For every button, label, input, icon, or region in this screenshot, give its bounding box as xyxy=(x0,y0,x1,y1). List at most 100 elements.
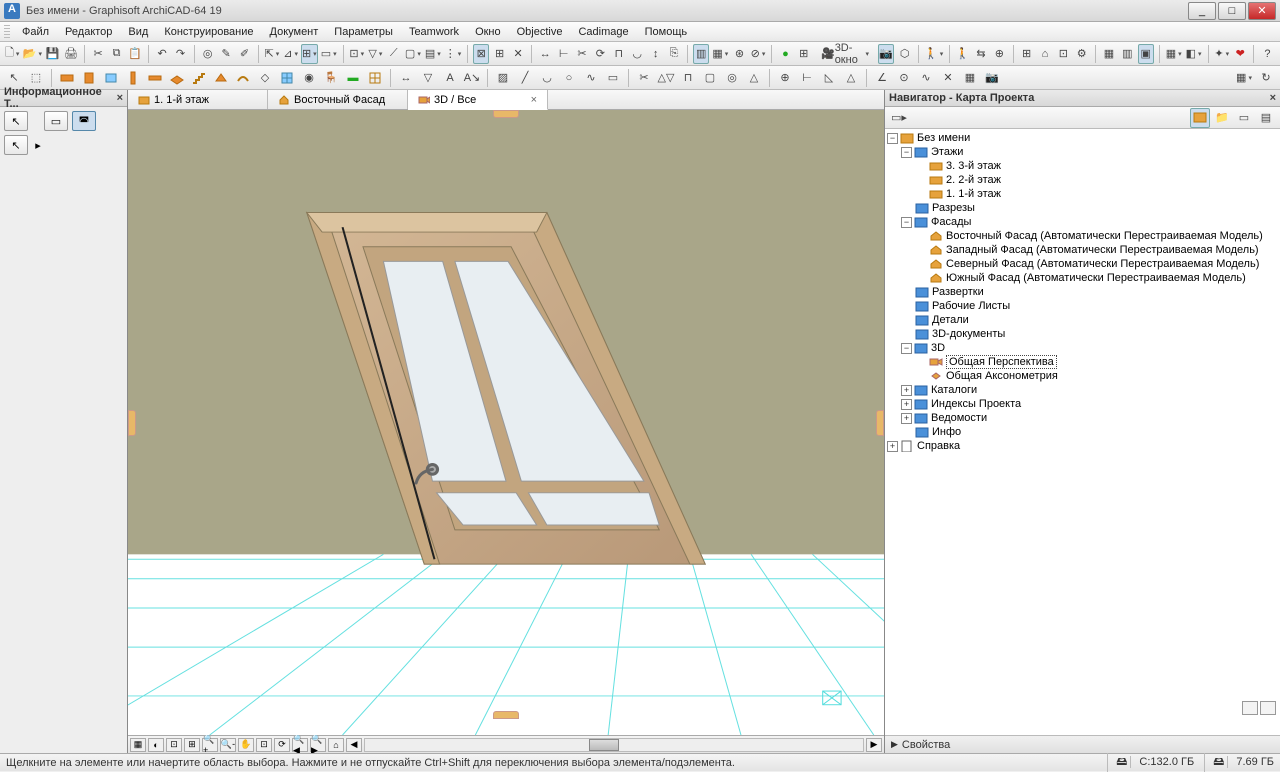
worksheet-tool[interactable]: ▢ xyxy=(700,68,720,88)
fit-button[interactable]: ⊡ xyxy=(256,738,272,752)
tree-lists[interactable]: +Ведомости xyxy=(885,411,1280,425)
adjust-button[interactable]: ⟳ xyxy=(592,44,608,64)
stair-tool[interactable] xyxy=(189,68,209,88)
zone-tool[interactable]: ▬ xyxy=(343,68,363,88)
split-button[interactable]: ✂ xyxy=(574,44,590,64)
orbit-button[interactable]: ⟳ xyxy=(274,738,290,752)
label-tool[interactable]: A↘ xyxy=(462,68,482,88)
roof-tool[interactable] xyxy=(211,68,231,88)
element-info-button[interactable]: ✦ xyxy=(1213,44,1230,64)
tree-3d[interactable]: −3D xyxy=(885,341,1280,355)
home-view[interactable]: ⌂ xyxy=(328,738,344,752)
morph-tool[interactable]: ◉ xyxy=(299,68,319,88)
arrow-tool[interactable]: ↖ xyxy=(4,68,24,88)
viewport-grip-bottom[interactable] xyxy=(493,711,519,719)
viewport-grip-left[interactable] xyxy=(128,410,136,436)
window-tool[interactable] xyxy=(101,68,121,88)
pick-button[interactable]: ◎ xyxy=(200,44,216,64)
tree-3d-docs[interactable]: 3D-документы xyxy=(885,327,1280,341)
layout-2[interactable]: ▥ xyxy=(1119,44,1135,64)
print-button[interactable]: 🖨 xyxy=(63,44,79,64)
elevation-tool[interactable]: △▽ xyxy=(656,68,676,88)
wall-end-tool[interactable]: ⊢ xyxy=(797,68,817,88)
dimension-tool[interactable]: ↔ xyxy=(396,68,416,88)
section-tool[interactable]: ✂ xyxy=(634,68,654,88)
fill-tool[interactable]: ▨ xyxy=(493,68,513,88)
h-scrollbar[interactable] xyxy=(364,738,864,752)
tree-floor-2[interactable]: 2. 2-й этаж xyxy=(885,173,1280,187)
arc-tool[interactable]: ◡ xyxy=(537,68,557,88)
arrow-mode-arrow[interactable]: ▸ xyxy=(32,135,44,155)
intersect-button[interactable]: ⊓ xyxy=(611,44,627,64)
menu-file[interactable]: Файл xyxy=(14,24,57,40)
3d-viewport[interactable] xyxy=(128,110,884,735)
last-tool-button[interactable]: ↻ xyxy=(1256,68,1276,88)
redo-button[interactable]: ↷ xyxy=(172,44,188,64)
figure-tool[interactable]: ▦ xyxy=(960,68,980,88)
zoom-out[interactable]: 🔍- xyxy=(220,738,236,752)
shell-tool[interactable] xyxy=(233,68,253,88)
tab-elevation[interactable]: Восточный Фасад xyxy=(268,90,408,109)
change-tool[interactable]: △ xyxy=(744,68,764,88)
corner-window-tool[interactable]: ◺ xyxy=(819,68,839,88)
mesh-tool[interactable] xyxy=(365,68,385,88)
nav-popup-button[interactable]: ▭▸ xyxy=(889,108,909,128)
tab-close-icon[interactable]: × xyxy=(531,94,537,106)
viewport-grip-top[interactable] xyxy=(493,110,519,118)
render-button[interactable]: ▦ xyxy=(1165,44,1183,64)
tab-floor-1[interactable]: 1. 1-й этаж xyxy=(128,90,268,109)
arrow-mode-4[interactable]: ↖ xyxy=(4,135,28,155)
text-tool[interactable]: A xyxy=(440,68,460,88)
cut-button[interactable]: ✂ xyxy=(90,44,106,64)
explore-2[interactable]: ⇆ xyxy=(973,44,989,64)
scroll-right[interactable]: ▶ xyxy=(866,738,882,752)
quick-opt-1[interactable]: ▦ xyxy=(130,738,146,752)
partial-display-button[interactable]: ⊘ xyxy=(750,44,767,64)
tree-elev-n[interactable]: Северный Фасад (Автоматически Перестраив… xyxy=(885,257,1280,271)
tab-3d[interactable]: 3D / Все × xyxy=(408,90,548,110)
slab-tool[interactable] xyxy=(167,68,187,88)
resize-button[interactable]: ↕ xyxy=(647,44,663,64)
detail-tool[interactable]: ◎ xyxy=(722,68,742,88)
level-dim-tool[interactable]: ▽ xyxy=(418,68,438,88)
fillet-button[interactable]: ◡ xyxy=(629,44,645,64)
tree-indexes[interactable]: +Индексы Проекта xyxy=(885,397,1280,411)
navigator-tree[interactable]: −Без имени −Этажи 3. 3-й этаж 2. 2-й эта… xyxy=(885,129,1280,735)
door-tool[interactable] xyxy=(79,68,99,88)
interior-elev-tool[interactable]: ⊓ xyxy=(678,68,698,88)
snap-guide-3[interactable]: ⊞ xyxy=(301,44,318,64)
tree-root[interactable]: −Без имени xyxy=(885,131,1280,145)
explore-1[interactable]: 🚶 xyxy=(954,44,970,64)
zoom-in[interactable]: 🔍+ xyxy=(202,738,218,752)
layout-3[interactable]: ▣ xyxy=(1138,44,1154,64)
menu-cadimage[interactable]: Cadimage xyxy=(570,24,636,40)
spline-tool[interactable]: ∿ xyxy=(916,68,936,88)
arrow-mode-2[interactable]: ▭ xyxy=(44,111,68,131)
group-button[interactable]: ⊞ xyxy=(491,44,507,64)
syringe-button[interactable]: ✐ xyxy=(236,44,252,64)
skylight-tool[interactable]: ◇ xyxy=(255,68,275,88)
perspective-button[interactable]: 📷 xyxy=(878,44,894,64)
tree-help[interactable]: +Справка xyxy=(885,439,1280,453)
lamp-tool[interactable]: △ xyxy=(841,68,861,88)
menu-design[interactable]: Конструирование xyxy=(156,24,261,40)
walk-button[interactable]: 🚶 xyxy=(924,44,944,64)
marquee-button[interactable]: ◧ xyxy=(1185,44,1203,64)
axonometry-button[interactable]: ⬡ xyxy=(896,44,912,64)
new-file-button[interactable]: 🗋 xyxy=(4,44,20,64)
navigator-close-icon[interactable]: × xyxy=(1270,92,1276,104)
prev-view[interactable]: 🔍◀ xyxy=(292,738,308,752)
trim-button[interactable]: ⊢ xyxy=(555,44,571,64)
ruler-button[interactable]: ⟋ xyxy=(386,44,402,64)
angle-dim-tool[interactable]: ∠ xyxy=(872,68,892,88)
measure-button[interactable]: ↔ xyxy=(537,44,553,64)
save-button[interactable]: 💾 xyxy=(44,44,60,64)
project-map-button[interactable] xyxy=(1190,108,1210,128)
arrow-mode-1[interactable]: ↖ xyxy=(4,111,28,131)
3d-window-dropdown[interactable]: 🎥 3D-окно xyxy=(814,44,876,64)
help-button[interactable]: ? xyxy=(1259,44,1275,64)
publisher-button[interactable]: ▤ xyxy=(1256,108,1276,128)
menu-window[interactable]: Окно xyxy=(467,24,509,40)
nav-floor-1[interactable]: ⊞ xyxy=(1018,44,1034,64)
nav-gear[interactable]: ⚙ xyxy=(1074,44,1090,64)
